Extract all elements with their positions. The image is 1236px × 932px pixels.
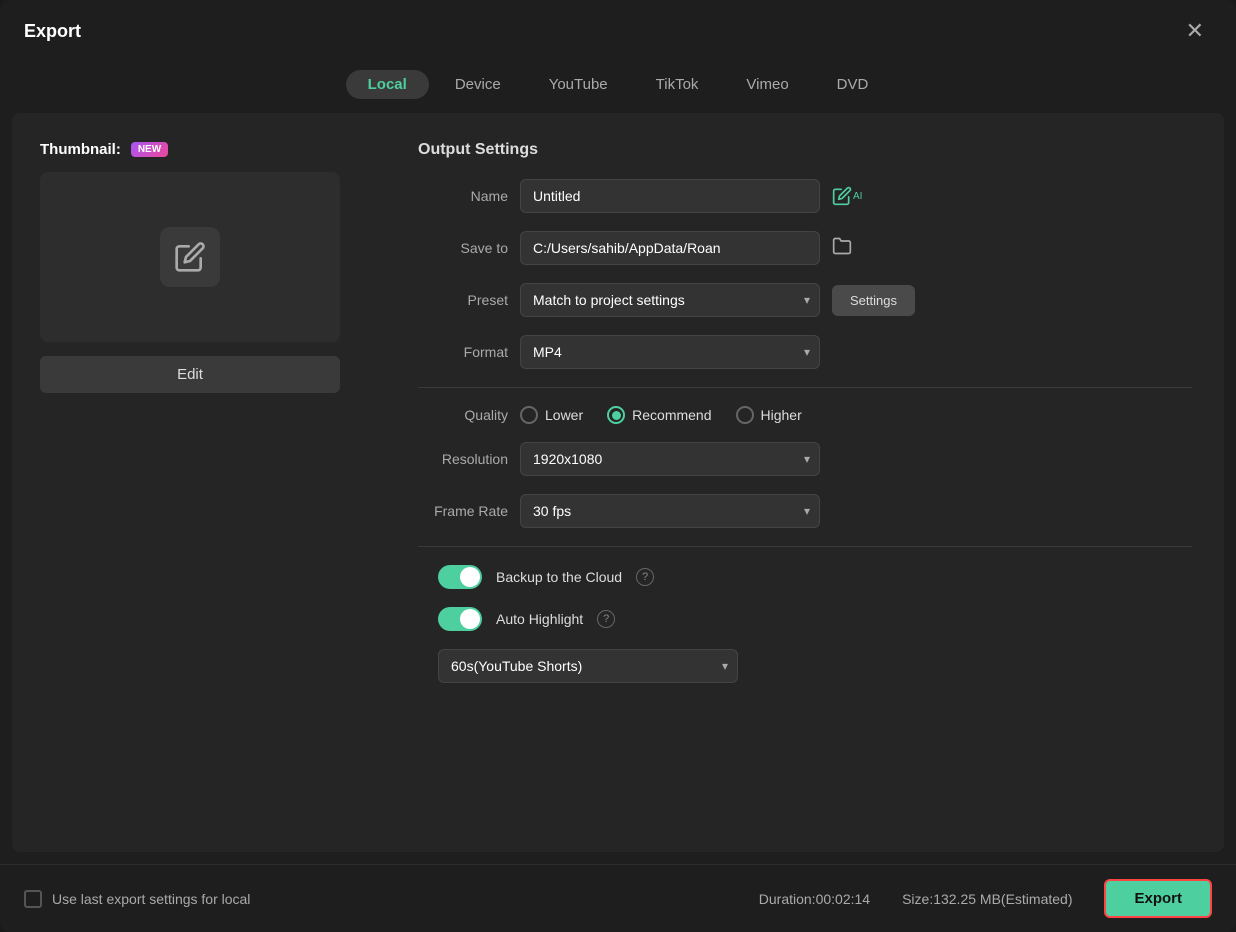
format-row: Format MP4 ▾ [418,335,1192,369]
tab-dvd[interactable]: DVD [815,70,891,99]
quality-options: Lower Recommend Higher [520,406,802,424]
settings-button[interactable]: Settings [832,285,915,316]
quality-lower[interactable]: Lower [520,406,583,424]
title-bar: Export ✕ [0,0,1236,62]
folder-icon[interactable] [832,236,852,261]
format-label: Format [418,344,508,360]
highlight-duration-select-wrapper: 60s(YouTube Shorts) ▾ [438,649,738,683]
edit-button[interactable]: Edit [40,356,340,393]
radio-higher-outer [736,406,754,424]
ai-label: AI [853,191,862,202]
auto-highlight-row: Auto Highlight ? [418,607,1192,631]
footer-left: Use last export settings for local [24,890,250,908]
divider-1 [418,387,1192,388]
footer-meta: Duration:00:02:14 Size:132.25 MB(Estimat… [759,879,1212,918]
ai-icon[interactable]: AI [832,186,862,206]
resolution-row: Resolution 1920x1080 ▾ [418,442,1192,476]
quality-recommend[interactable]: Recommend [607,406,711,424]
tab-youtube[interactable]: YouTube [527,70,630,99]
thumbnail-label: Thumbnail: NEW [40,141,168,158]
save-to-label: Save to [418,240,508,256]
highlight-duration-row: 60s(YouTube Shorts) ▾ [418,649,1192,683]
frame-rate-select-wrapper: 30 fps ▾ [520,494,820,528]
radio-lower-outer [520,406,538,424]
format-select-wrapper: MP4 ▾ [520,335,820,369]
backup-cloud-toggle-thumb [460,567,480,587]
frame-rate-label: Frame Rate [418,503,508,519]
auto-highlight-label: Auto Highlight [496,611,583,627]
tab-bar: Local Device YouTube TikTok Vimeo DVD [0,62,1236,113]
resolution-label: Resolution [418,451,508,467]
backup-cloud-toggle[interactable] [438,565,482,589]
left-panel: Thumbnail: NEW Edit [12,113,402,852]
name-label: Name [418,188,508,204]
last-export-label: Use last export settings for local [52,891,250,907]
auto-highlight-toggle-thumb [460,609,480,629]
divider-2 [418,546,1192,547]
tab-tiktok[interactable]: TikTok [634,70,721,99]
content-area: Thumbnail: NEW Edit Output Settings [12,113,1224,852]
auto-highlight-help-icon[interactable]: ? [597,610,615,628]
footer: Use last export settings for local Durat… [0,864,1236,932]
quality-label: Quality [418,407,508,423]
tab-local[interactable]: Local [346,70,429,99]
auto-highlight-toggle[interactable] [438,607,482,631]
main-body: Thumbnail: NEW Edit Output Settings [12,113,1224,852]
new-badge: NEW [131,142,168,157]
export-button[interactable]: Export [1104,879,1212,918]
frame-rate-select[interactable]: 30 fps [520,494,820,528]
save-to-input[interactable] [520,231,820,265]
export-dialog: Export ✕ Local Device YouTube TikTok Vim… [0,0,1236,932]
preset-label: Preset [418,292,508,308]
close-button[interactable]: ✕ [1178,16,1212,46]
backup-cloud-label: Backup to the Cloud [496,569,622,585]
frame-rate-row: Frame Rate 30 fps ▾ [418,494,1192,528]
preset-row: Preset Match to project settings ▾ Setti… [418,283,1192,317]
right-panel: Output Settings Name AI Save to [402,113,1224,852]
save-to-row: Save to [418,231,1192,265]
backup-cloud-row: Backup to the Cloud ? [418,565,1192,589]
format-select[interactable]: MP4 [520,335,820,369]
radio-recommend-outer [607,406,625,424]
backup-cloud-help-icon[interactable]: ? [636,568,654,586]
last-export-checkbox[interactable] [24,890,42,908]
preset-select[interactable]: Match to project settings [520,283,820,317]
radio-recommend-inner [612,411,621,420]
tab-device[interactable]: Device [433,70,523,99]
edit-pencil-icon [160,227,220,287]
dialog-title: Export [24,21,81,42]
section-title: Output Settings [418,141,1192,159]
resolution-select[interactable]: 1920x1080 [520,442,820,476]
duration-label: Duration:00:02:14 [759,891,870,907]
highlight-duration-select[interactable]: 60s(YouTube Shorts) [438,649,738,683]
thumbnail-preview[interactable] [40,172,340,342]
name-input[interactable] [520,179,820,213]
quality-row: Quality Lower Recommend [418,406,1192,424]
preset-select-wrapper: Match to project settings ▾ [520,283,820,317]
name-row: Name AI [418,179,1192,213]
quality-higher[interactable]: Higher [736,406,802,424]
size-label: Size:132.25 MB(Estimated) [902,891,1072,907]
tab-vimeo[interactable]: Vimeo [724,70,810,99]
resolution-select-wrapper: 1920x1080 ▾ [520,442,820,476]
